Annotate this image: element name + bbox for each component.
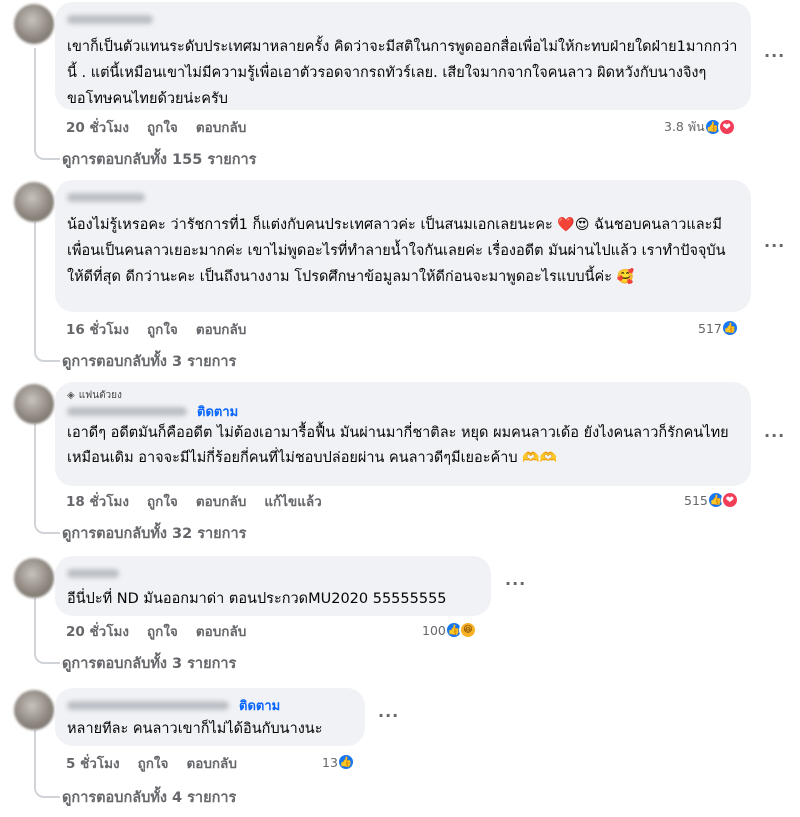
- comment-time[interactable]: 20 ชั่วโมง: [66, 620, 129, 642]
- thread-line: [34, 598, 60, 664]
- comment-text: เขาก็เป็นตัวแทนระดับประเทศมาหลายครั้ง คิ…: [67, 39, 738, 107]
- view-replies-link[interactable]: ดูการตอบกลับทั้ง 3 รายการ: [62, 652, 236, 674]
- author-row: [67, 10, 739, 28]
- comment-time[interactable]: 16 ชั่วโมง: [66, 318, 129, 340]
- heart-eyes-emoji: ❤️😍: [557, 217, 590, 233]
- author-row: [67, 564, 479, 582]
- comment-text: เอาดีๆ อดีตมันก็คืออดีต ไม่ต้องเอามารื้อ…: [67, 421, 739, 471]
- thread-line: [34, 730, 60, 798]
- reaction-count: 13: [322, 754, 338, 770]
- comment-bubble: เขาก็เป็นตัวแทนระดับประเทศมาหลายครั้ง คิ…: [55, 2, 751, 110]
- reply-button[interactable]: ตอบกลับ: [186, 752, 236, 774]
- view-replies-link[interactable]: ดูการตอบกลับทั้ง 4 รายการ: [62, 786, 236, 808]
- view-replies-link[interactable]: ดูการตอบกลับทั้ง 3 รายการ: [62, 350, 236, 372]
- reaction-count: 517: [698, 320, 722, 336]
- comment-bubble: ◈ แฟนตัวยง ติดตาม เอาดีๆ อดีตมันก็คืออดี…: [55, 382, 751, 486]
- comment-bubble: ติดตาม หลายทีละ คนลาวเขาก็ไม่ได้อินกับนา…: [55, 688, 365, 746]
- avatar[interactable]: [14, 182, 54, 222]
- comment-bubble: อีนี่ปะที่ ND มันออกมาด่า ตอนประกวดMU202…: [55, 556, 491, 616]
- more-options-icon[interactable]: ···: [764, 46, 785, 65]
- badge-label: แฟนตัวยง: [78, 389, 122, 401]
- top-fan-badge: ◈ แฟนตัวยง: [67, 388, 739, 402]
- reaction-summary[interactable]: 13 👍: [322, 753, 355, 771]
- reaction-summary[interactable]: 517 👍: [698, 319, 739, 337]
- comment-time[interactable]: 18 ชั่วโมง: [66, 490, 129, 512]
- more-options-icon[interactable]: ···: [505, 574, 526, 593]
- reaction-summary[interactable]: 3.8 พัน 👍 ❤: [664, 117, 736, 137]
- heart-hands-emoji: 🫶🫶: [522, 450, 558, 466]
- author-name[interactable]: [67, 700, 229, 710]
- reply-button[interactable]: ตอบกลับ: [196, 490, 246, 512]
- author-name[interactable]: [67, 192, 145, 202]
- more-options-icon[interactable]: ···: [764, 236, 785, 255]
- more-options-icon[interactable]: ···: [378, 706, 399, 725]
- like-button[interactable]: ถูกใจ: [147, 116, 178, 138]
- smiling-hearts-emoji: 🥰: [616, 269, 635, 285]
- follow-button[interactable]: ติดตาม: [239, 695, 280, 716]
- avatar[interactable]: [14, 690, 54, 730]
- comment-actions: 20 ชั่วโมง ถูกใจ ตอบกลับ: [66, 620, 246, 642]
- reaction-count: 3.8 พัน: [664, 119, 705, 134]
- love-icon: ❤: [720, 491, 739, 509]
- author-row: ติดตาม: [67, 696, 353, 714]
- comment-actions: 5 ชั่วโมง ถูกใจ ตอบกลับ: [66, 752, 237, 774]
- author-row: ติดตาม: [67, 402, 739, 420]
- comment-actions: 20 ชั่วโมง ถูกใจ ตอบกลับ: [66, 116, 246, 138]
- like-button[interactable]: ถูกใจ: [138, 752, 169, 774]
- reaction-summary[interactable]: 100 👍 😆: [422, 621, 477, 639]
- comment-text: น้องไม่รู้เหรอคะ ว่ารัชการที่1 ก็แต่งกับ…: [67, 212, 739, 290]
- author-name[interactable]: [67, 14, 153, 24]
- like-icon: 👍: [720, 319, 739, 337]
- view-replies-link[interactable]: ดูการตอบกลับทั้ง 155 รายการ: [62, 148, 256, 170]
- reaction-count: 515: [684, 492, 708, 508]
- comment-text-part: เอาดีๆ อดีตมันก็คืออดีต ไม่ต้องเอามารื้อ…: [67, 425, 729, 466]
- gem-icon: ◈: [67, 389, 75, 401]
- comment-text-part: น้องไม่รู้เหรอคะ ว่ารัชการที่1 ก็แต่งกับ…: [67, 217, 553, 233]
- like-button[interactable]: ถูกใจ: [147, 490, 178, 512]
- avatar[interactable]: [14, 4, 54, 44]
- comment-text: หลายทีละ คนลาวเขาก็ไม่ได้อินกับนางนะ: [67, 721, 323, 737]
- author-row: [67, 188, 739, 206]
- author-name[interactable]: [67, 568, 119, 578]
- comment-text: อีนี่ปะที่ ND มันออกมาด่า ตอนประกวดMU202…: [67, 591, 447, 607]
- avatar[interactable]: [14, 384, 54, 424]
- comment-time[interactable]: 5 ชั่วโมง: [66, 752, 120, 774]
- haha-icon: 😆: [458, 621, 477, 639]
- follow-button[interactable]: ติดตาม: [197, 401, 238, 422]
- like-icon: 👍: [336, 753, 355, 771]
- comment-bubble: น้องไม่รู้เหรอคะ ว่ารัชการที่1 ก็แต่งกับ…: [55, 180, 751, 312]
- reply-button[interactable]: ตอบกลับ: [196, 620, 246, 642]
- view-replies-link[interactable]: ดูการตอบกลับทั้ง 32 รายการ: [62, 522, 246, 544]
- comment-time[interactable]: 20 ชั่วโมง: [66, 116, 129, 138]
- reply-button[interactable]: ตอบกลับ: [196, 116, 246, 138]
- like-button[interactable]: ถูกใจ: [147, 620, 178, 642]
- reaction-count: 100: [422, 622, 446, 638]
- more-options-icon[interactable]: ···: [764, 426, 785, 445]
- edited-label[interactable]: แก้ไขแล้ว: [264, 490, 321, 512]
- avatar[interactable]: [14, 558, 54, 598]
- author-name[interactable]: [67, 406, 187, 416]
- reaction-summary[interactable]: 515 👍 ❤: [684, 491, 739, 509]
- reply-button[interactable]: ตอบกลับ: [196, 318, 246, 340]
- love-icon: ❤: [717, 118, 736, 136]
- comment-actions: 16 ชั่วโมง ถูกใจ ตอบกลับ: [66, 318, 246, 340]
- like-button[interactable]: ถูกใจ: [147, 318, 178, 340]
- comment-actions: 18 ชั่วโมง ถูกใจ ตอบกลับ แก้ไขแล้ว: [66, 490, 322, 512]
